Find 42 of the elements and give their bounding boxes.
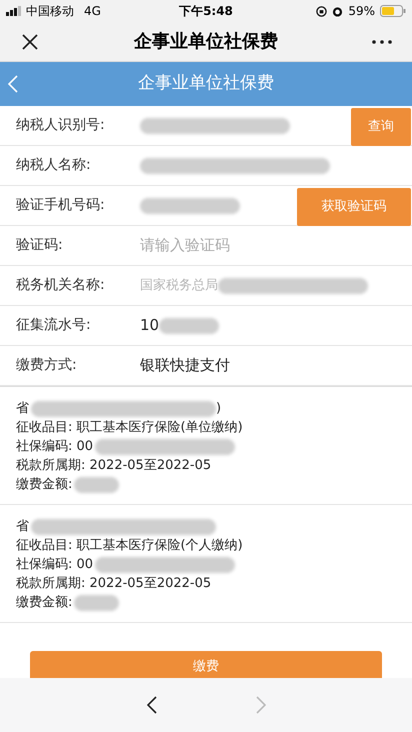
pay-button[interactable]: 缴费: [30, 651, 382, 678]
network-type: 4G: [84, 3, 101, 20]
field-label: 纳税人名称:: [16, 156, 92, 175]
field-label: 征集流水号:: [16, 316, 92, 335]
record-line: 缴费金额:: [16, 476, 72, 494]
get-code-button[interactable]: 获取验证码: [297, 188, 411, 226]
record-line: 社保编码: 00: [16, 438, 94, 456]
redaction-blur: [74, 476, 120, 492]
redaction-blur: [74, 594, 120, 610]
window-title: 企事业单位社保费: [134, 30, 278, 54]
redaction-blur: [159, 318, 220, 334]
record-line: 省: [16, 518, 29, 536]
field-label: 税务机关名称:: [16, 276, 106, 295]
record-line: 社保编码: 00: [16, 556, 94, 574]
battery-icon: [380, 5, 406, 17]
field-label: 缴费方式:: [16, 356, 78, 375]
field-value: 国家税务总局: [140, 276, 218, 295]
battery-percent: 59%: [348, 3, 375, 20]
field-value: 银联快捷支付: [140, 355, 230, 376]
clock-time: 下午5:48: [179, 3, 233, 20]
rotation-lock-icon: [316, 6, 328, 16]
page-title: 企事业单位社保费: [138, 72, 274, 96]
more-icon: [372, 40, 392, 44]
alarm-icon: [332, 6, 344, 16]
field-label: 验证码:: [16, 236, 64, 255]
record-line: 征收品目: 职工基本医疗保险(单位缴纳): [16, 419, 243, 437]
field-value: 10: [140, 315, 160, 336]
query-button[interactable]: 查询: [351, 108, 411, 146]
record-line: 税款所属期: 2022-05至2022-05: [16, 457, 212, 475]
field-label: 验证手机号码:: [16, 196, 106, 215]
field-label: 纳税人识别号:: [16, 116, 106, 135]
record-line: 省: [16, 400, 29, 418]
record-line: 缴费金额:: [16, 594, 72, 612]
record-line: 税款所属期: 2022-05至2022-05: [16, 575, 212, 593]
signal-icon: [6, 6, 22, 16]
back-icon: [8, 75, 18, 93]
record-line: 征收品目: 职工基本医疗保险(个人缴纳): [16, 537, 243, 555]
carrier-name: 中国移动: [26, 3, 74, 20]
input-field[interactable]: 请输入验证码: [140, 234, 340, 257]
back-button[interactable]: [6, 74, 20, 94]
record-line: ): [216, 400, 222, 418]
close-icon: [21, 32, 39, 50]
